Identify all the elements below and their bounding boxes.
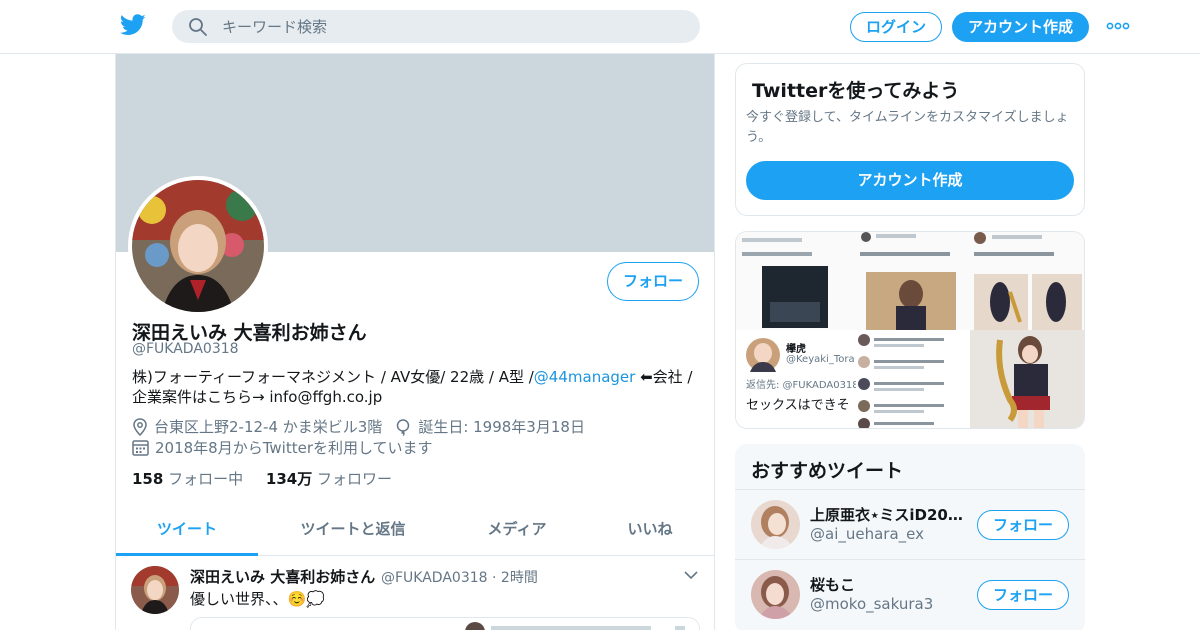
recommended-user-avatar[interactable] bbox=[751, 570, 800, 619]
calendar-icon bbox=[132, 440, 149, 456]
following-link[interactable]: 158 フォロー中 bbox=[132, 470, 243, 488]
profile-location: 台東区上野2-12-4 かま栄ビル3階 bbox=[154, 418, 383, 436]
profile-avatar[interactable] bbox=[128, 176, 268, 316]
avatar-photo bbox=[132, 180, 264, 312]
avatar-photo bbox=[751, 570, 800, 619]
quoted-tweet-preview bbox=[191, 618, 699, 630]
profile-meta-row: 2018年8月からTwitterを利用しています bbox=[132, 437, 433, 458]
media-tile[interactable] bbox=[970, 232, 1084, 330]
media-user-name: 欅虎 bbox=[786, 344, 806, 355]
chevron-down-icon[interactable] bbox=[684, 570, 698, 580]
recommended-user-name[interactable]: 上原亜衣⋆ミスiD2021… bbox=[810, 504, 970, 525]
media-reply-to: 返信先: @FUKADA0318 bbox=[746, 380, 856, 391]
media-tile[interactable] bbox=[736, 232, 856, 330]
profile-meta-row: 台東区上野2-12-4 かま栄ビル3階 誕生日: 1998年3月18日 bbox=[132, 416, 585, 437]
profile-handle[interactable]: @FUKADA0318 bbox=[132, 341, 239, 357]
signup-button[interactable]: アカウント作成 bbox=[952, 12, 1089, 42]
recommended-user-handle: @moko_sakura3 bbox=[810, 595, 934, 613]
follow-button[interactable]: フォロー bbox=[607, 262, 699, 301]
login-button[interactable]: ログイン bbox=[850, 12, 942, 42]
tweet-timestamp[interactable]: 2時間 bbox=[501, 570, 538, 586]
tab-likes[interactable]: いいね bbox=[586, 506, 714, 556]
twitter-bird-icon[interactable] bbox=[120, 14, 146, 36]
followers-link[interactable]: 134万 フォロワー bbox=[266, 470, 392, 488]
recommended-user[interactable]: 上原亜衣⋆ミスiD2021… @ai_uehara_ex フォロー bbox=[735, 489, 1085, 559]
tweet-item[interactable]: 深田えいみ 大喜利お姉さん @FUKADA0318 · 2時間 優しい世界、、☺… bbox=[116, 556, 714, 630]
media-thumbnail bbox=[970, 232, 1084, 330]
tab-tweets-and-replies[interactable]: ツイートと返信 bbox=[258, 506, 448, 556]
recommended-user-handle: @ai_uehara_ex bbox=[810, 525, 924, 543]
following-label: フォロー中 bbox=[168, 470, 244, 488]
media-user-avatar bbox=[746, 338, 780, 372]
top-navigation-bar: ログイン アカウント作成 bbox=[0, 0, 1200, 54]
tweet-text: 優しい世界、、☺️💭 bbox=[190, 590, 325, 608]
balloon-icon bbox=[397, 418, 410, 436]
recommended-user-avatar[interactable] bbox=[751, 500, 800, 549]
following-count: 158 bbox=[132, 470, 164, 488]
tab-tweets[interactable]: ツイート bbox=[116, 506, 258, 556]
follow-button[interactable]: フォロー bbox=[977, 580, 1069, 610]
profile-tabs: ツイート ツイートと返信 メディア いいね bbox=[116, 506, 714, 556]
media-thumbnail bbox=[736, 232, 856, 330]
media-grid: 欅虎 @Keyaki_Tora 返信先: @FUKADA0318 セックスはでき… bbox=[735, 231, 1085, 429]
profile-birthday: 誕生日: 1998年3月18日 bbox=[418, 418, 585, 436]
media-tile[interactable] bbox=[856, 330, 970, 428]
quoted-tweet-card[interactable] bbox=[190, 617, 700, 630]
avatar-photo bbox=[751, 500, 800, 549]
media-thumbnail bbox=[970, 330, 1084, 428]
recommended-user-name[interactable]: 桜もこ bbox=[810, 574, 970, 595]
bio-mention-link[interactable]: @44manager bbox=[534, 368, 636, 386]
media-thumbnail bbox=[856, 232, 970, 330]
more-options-icon[interactable] bbox=[1106, 21, 1130, 31]
tweet-avatar[interactable] bbox=[131, 566, 179, 614]
recommended-users-panel: おすすめツイート 上原亜衣⋆ミスiD2021… @ai_uehara_ex フォ… bbox=[735, 444, 1085, 630]
media-user-handle: @Keyaki_Tora bbox=[786, 354, 855, 365]
signup-card-title: Twitterを使ってみよう bbox=[752, 80, 960, 102]
profile-joined-date: 2018年8月からTwitterを利用しています bbox=[155, 439, 433, 457]
media-tile[interactable] bbox=[970, 330, 1084, 428]
recommended-user[interactable]: 桜もこ @moko_sakura3 フォロー bbox=[735, 559, 1085, 629]
media-tweet-text: セックスはできそ bbox=[746, 398, 850, 413]
signup-card-description: 今すぐ登録して、タイムラインをカスタマイズしましょう。 bbox=[746, 110, 1069, 145]
media-tile[interactable]: 欅虎 @Keyaki_Tora 返信先: @FUKADA0318 セックスはでき… bbox=[736, 330, 856, 428]
followers-label: フォロワー bbox=[316, 470, 392, 488]
signup-card-button[interactable]: アカウント作成 bbox=[746, 161, 1074, 200]
tweet-author-name[interactable]: 深田えいみ 大喜利お姉さん bbox=[190, 566, 375, 587]
avatar-photo bbox=[131, 566, 179, 614]
profile-column: フォロー 深田えいみ 大喜利お姉さん @FUKADA0318 株)フォーティーフ… bbox=[115, 54, 715, 630]
signup-card: Twitterを使ってみよう 今すぐ登録して、タイムラインをカスタマイズしましょ… bbox=[735, 63, 1085, 216]
location-icon bbox=[133, 417, 147, 436]
media-thumbnail bbox=[856, 330, 970, 428]
profile-follow-counts: 158 フォロー中 134万 フォロワー bbox=[132, 468, 392, 489]
follow-button[interactable]: フォロー bbox=[977, 510, 1069, 540]
recommended-title: おすすめツイート bbox=[751, 460, 904, 482]
followers-count: 134万 bbox=[265, 470, 313, 488]
profile-bio: 株)フォーティーフォーマネジメント / AV女優/ 22歳 / A型 /@44m… bbox=[132, 367, 702, 407]
media-tile[interactable] bbox=[856, 232, 970, 330]
tweet-author-meta: @FUKADA0318 · 2時間 bbox=[381, 570, 538, 586]
search-box[interactable] bbox=[172, 10, 700, 43]
search-input[interactable] bbox=[222, 10, 682, 43]
bio-text: 株)フォーティーフォーマネジメント / AV女優/ 22歳 / A型 / bbox=[132, 368, 534, 386]
search-icon bbox=[189, 18, 207, 36]
tab-media[interactable]: メディア bbox=[448, 506, 586, 556]
tweet-author-handle[interactable]: @FUKADA0318 bbox=[381, 570, 488, 586]
